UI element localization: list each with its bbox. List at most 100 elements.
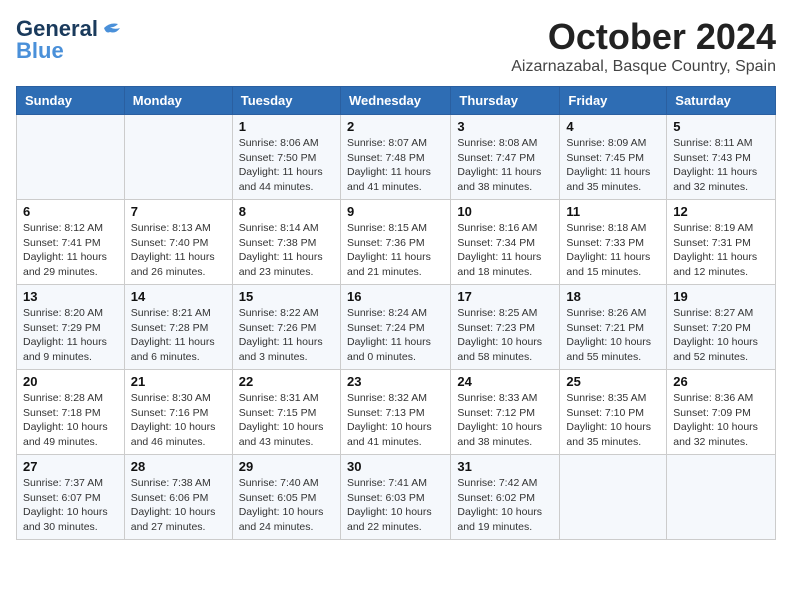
- day-number: 30: [347, 459, 444, 474]
- cell-info: Sunrise: 8:15 AM Sunset: 7:36 PM Dayligh…: [347, 221, 444, 280]
- calendar-cell: 14Sunrise: 8:21 AM Sunset: 7:28 PM Dayli…: [124, 285, 232, 370]
- calendar-week-row: 13 Sunrise: 8:20 AM Sunset: 7:29 PM Dayli…: [17, 285, 776, 370]
- day-number: 1: [239, 119, 334, 134]
- logo-bird-icon: [100, 20, 122, 38]
- calendar-cell: 20 Sunrise: 8:28 AM Sunset: 7:18 PM Dayli…: [17, 370, 125, 455]
- day-number: 4: [566, 119, 660, 134]
- calendar-cell: 29 Sunrise: 7:40 AM Sunset: 6:05 PM Dayli…: [232, 455, 340, 540]
- calendar-cell: 23 Sunrise: 8:32 AM Sunset: 7:13 PM Dayli…: [340, 370, 450, 455]
- cell-info: Sunrise: 8:12 AM Sunset: 7:41 PM Dayligh…: [23, 221, 118, 280]
- day-number: 24: [457, 374, 553, 389]
- cell-info: Sunrise: 8:11 AM Sunset: 7:43 PM Dayligh…: [673, 136, 769, 195]
- title-area: October 2024 Aizarnazabal, Basque Countr…: [511, 16, 776, 76]
- cell-info: Sunrise: 8:07 AM Sunset: 7:48 PM Dayligh…: [347, 136, 444, 195]
- calendar-header-sunday: Sunday: [17, 87, 125, 115]
- cell-info: Sunrise: 7:40 AM Sunset: 6:05 PM Dayligh…: [239, 476, 334, 535]
- calendar-table: SundayMondayTuesdayWednesdayThursdayFrid…: [16, 86, 776, 540]
- calendar-header-tuesday: Tuesday: [232, 87, 340, 115]
- day-number: 23: [347, 374, 444, 389]
- calendar-week-row: 27 Sunrise: 7:37 AM Sunset: 6:07 PM Dayli…: [17, 455, 776, 540]
- cell-info: Sunrise: 8:31 AM Sunset: 7:15 PM Dayligh…: [239, 391, 334, 450]
- cell-info: Sunrise: 8:25 AM Sunset: 7:23 PM Dayligh…: [457, 306, 553, 365]
- cell-info: Sunrise: 8:30 AM Sunset: 7:16 PM Dayligh…: [131, 391, 226, 450]
- day-number: 28: [131, 459, 226, 474]
- day-number: 21: [131, 374, 226, 389]
- calendar-cell: [17, 115, 125, 200]
- calendar-cell: 9 Sunrise: 8:15 AM Sunset: 7:36 PM Daylig…: [340, 200, 450, 285]
- day-number: 9: [347, 204, 444, 219]
- calendar-cell: 28 Sunrise: 7:38 AM Sunset: 6:06 PM Dayli…: [124, 455, 232, 540]
- calendar-cell: 16 Sunrise: 8:24 AM Sunset: 7:24 PM Dayli…: [340, 285, 450, 370]
- day-number: 31: [457, 459, 553, 474]
- cell-info: Sunrise: 8:19 AM Sunset: 7:31 PM Dayligh…: [673, 221, 769, 280]
- cell-info: Sunrise: 8:16 AM Sunset: 7:34 PM Dayligh…: [457, 221, 553, 280]
- cell-info: Sunrise: 8:28 AM Sunset: 7:18 PM Dayligh…: [23, 391, 118, 450]
- cell-info: Sunrise: 8:36 AM Sunset: 7:09 PM Dayligh…: [673, 391, 769, 450]
- calendar-week-row: 6 Sunrise: 8:12 AM Sunset: 7:41 PM Daylig…: [17, 200, 776, 285]
- calendar-cell: 18Sunrise: 8:26 AM Sunset: 7:21 PM Dayli…: [560, 285, 667, 370]
- cell-info: Sunrise: 8:18 AM Sunset: 7:33 PM Dayligh…: [566, 221, 660, 280]
- calendar-cell: 8Sunrise: 8:14 AM Sunset: 7:38 PM Daylig…: [232, 200, 340, 285]
- calendar-cell: 17 Sunrise: 8:25 AM Sunset: 7:23 PM Dayli…: [451, 285, 560, 370]
- cell-info: Sunrise: 8:08 AM Sunset: 7:47 PM Dayligh…: [457, 136, 553, 195]
- day-number: 26: [673, 374, 769, 389]
- cell-info: Sunrise: 8:20 AM Sunset: 7:29 PM Dayligh…: [23, 306, 118, 365]
- calendar-cell: 5 Sunrise: 8:11 AM Sunset: 7:43 PM Daylig…: [667, 115, 776, 200]
- calendar-cell: 22 Sunrise: 8:31 AM Sunset: 7:15 PM Dayli…: [232, 370, 340, 455]
- cell-info: Sunrise: 8:35 AM Sunset: 7:10 PM Dayligh…: [566, 391, 660, 450]
- day-number: 16: [347, 289, 444, 304]
- calendar-cell: 11 Sunrise: 8:18 AM Sunset: 7:33 PM Dayli…: [560, 200, 667, 285]
- cell-info: Sunrise: 8:06 AM Sunset: 7:50 PM Dayligh…: [239, 136, 334, 195]
- calendar-cell: 6 Sunrise: 8:12 AM Sunset: 7:41 PM Daylig…: [17, 200, 125, 285]
- cell-info: Sunrise: 8:32 AM Sunset: 7:13 PM Dayligh…: [347, 391, 444, 450]
- day-number: 7: [131, 204, 226, 219]
- day-number: 3: [457, 119, 553, 134]
- calendar-cell: 26 Sunrise: 8:36 AM Sunset: 7:09 PM Dayli…: [667, 370, 776, 455]
- location-title: Aizarnazabal, Basque Country, Spain: [511, 58, 776, 76]
- day-number: 25: [566, 374, 660, 389]
- day-number: 2: [347, 119, 444, 134]
- cell-info: Sunrise: 8:24 AM Sunset: 7:24 PM Dayligh…: [347, 306, 444, 365]
- calendar-cell: 15 Sunrise: 8:22 AM Sunset: 7:26 PM Dayli…: [232, 285, 340, 370]
- cell-info: Sunrise: 8:13 AM Sunset: 7:40 PM Dayligh…: [131, 221, 226, 280]
- logo-blue: Blue: [16, 38, 64, 64]
- day-number: 29: [239, 459, 334, 474]
- calendar-header-thursday: Thursday: [451, 87, 560, 115]
- calendar-cell: 27 Sunrise: 7:37 AM Sunset: 6:07 PM Dayli…: [17, 455, 125, 540]
- cell-info: Sunrise: 8:27 AM Sunset: 7:20 PM Dayligh…: [673, 306, 769, 365]
- day-number: 15: [239, 289, 334, 304]
- cell-info: Sunrise: 7:37 AM Sunset: 6:07 PM Dayligh…: [23, 476, 118, 535]
- day-number: 11: [566, 204, 660, 219]
- calendar-cell: 24 Sunrise: 8:33 AM Sunset: 7:12 PM Dayli…: [451, 370, 560, 455]
- cell-info: Sunrise: 8:22 AM Sunset: 7:26 PM Dayligh…: [239, 306, 334, 365]
- calendar-cell: 31Sunrise: 7:42 AM Sunset: 6:02 PM Dayli…: [451, 455, 560, 540]
- header: General Blue October 2024 Aizarnazabal, …: [16, 16, 776, 76]
- day-number: 6: [23, 204, 118, 219]
- day-number: 20: [23, 374, 118, 389]
- calendar-cell: 25 Sunrise: 8:35 AM Sunset: 7:10 PM Dayli…: [560, 370, 667, 455]
- cell-info: Sunrise: 7:38 AM Sunset: 6:06 PM Dayligh…: [131, 476, 226, 535]
- day-number: 8: [239, 204, 334, 219]
- calendar-cell: 2 Sunrise: 8:07 AM Sunset: 7:48 PM Daylig…: [340, 115, 450, 200]
- cell-info: Sunrise: 8:21 AM Sunset: 7:28 PM Dayligh…: [131, 306, 226, 365]
- calendar-week-row: 1 Sunrise: 8:06 AM Sunset: 7:50 PM Daylig…: [17, 115, 776, 200]
- day-number: 13: [23, 289, 118, 304]
- day-number: 27: [23, 459, 118, 474]
- calendar-cell: 19 Sunrise: 8:27 AM Sunset: 7:20 PM Dayli…: [667, 285, 776, 370]
- calendar-body: 1 Sunrise: 8:06 AM Sunset: 7:50 PM Daylig…: [17, 115, 776, 540]
- calendar-cell: [560, 455, 667, 540]
- day-number: 22: [239, 374, 334, 389]
- day-number: 17: [457, 289, 553, 304]
- cell-info: Sunrise: 8:26 AM Sunset: 7:21 PM Dayligh…: [566, 306, 660, 365]
- calendar-cell: 12Sunrise: 8:19 AM Sunset: 7:31 PM Dayli…: [667, 200, 776, 285]
- calendar-cell: 13 Sunrise: 8:20 AM Sunset: 7:29 PM Dayli…: [17, 285, 125, 370]
- calendar-cell: [667, 455, 776, 540]
- calendar-cell: 4Sunrise: 8:09 AM Sunset: 7:45 PM Daylig…: [560, 115, 667, 200]
- cell-info: Sunrise: 7:41 AM Sunset: 6:03 PM Dayligh…: [347, 476, 444, 535]
- day-number: 19: [673, 289, 769, 304]
- calendar-cell: 3 Sunrise: 8:08 AM Sunset: 7:47 PM Daylig…: [451, 115, 560, 200]
- calendar-header-wednesday: Wednesday: [340, 87, 450, 115]
- day-number: 5: [673, 119, 769, 134]
- calendar-cell: 30 Sunrise: 7:41 AM Sunset: 6:03 PM Dayli…: [340, 455, 450, 540]
- cell-info: Sunrise: 8:33 AM Sunset: 7:12 PM Dayligh…: [457, 391, 553, 450]
